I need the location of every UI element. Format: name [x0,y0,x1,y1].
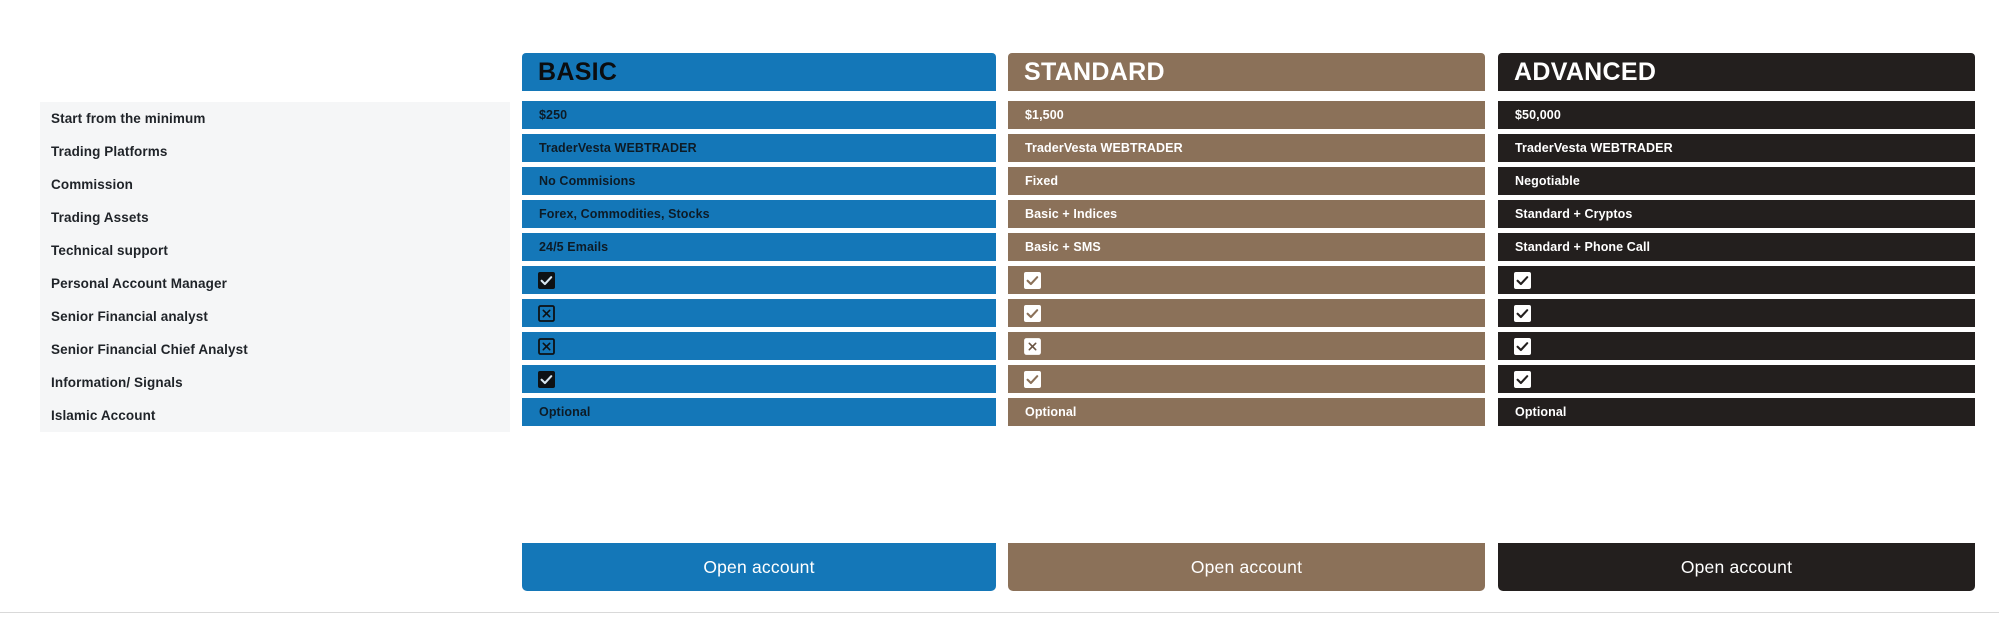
plan-cell-text: Optional [539,405,591,419]
plan-cell-standard: Basic + SMS [1008,233,1485,261]
feature-label-row: Personal Account Manager [40,267,510,300]
plan-cell-text: TraderVesta WEBTRADER [1025,141,1183,155]
feature-label-text: Trading Assets [51,210,149,225]
checkbox-checked-icon [538,271,555,289]
plan-cell-advanced [1498,266,1975,294]
plan-cell-text: Fixed [1025,174,1059,188]
feature-label-row: Trading Assets [40,201,510,234]
checkbox-checked-icon [1514,304,1531,322]
plan-cell-advanced: TraderVesta WEBTRADER [1498,134,1975,162]
plan-column-advanced: ADVANCED $50,000 TraderVesta WEBTRADER Nego… [1498,0,1975,631]
feature-label-text: Commission [51,177,134,192]
plan-cell-basic [522,266,996,294]
plan-column-basic: BASIC $250 TraderVesta WEBTRADER No Commisi… [522,0,996,631]
checkbox-cross-icon [1024,337,1041,355]
open-account-button-advanced[interactable]: Open account [1498,543,1975,591]
checkbox-checked-icon [1514,271,1531,289]
feature-label-text: Senior Financial analyst [51,309,208,324]
checkbox-checked-icon [1024,370,1041,388]
feature-label-text: Senior Financial Chief Analyst [51,342,248,357]
feature-label-text: Islamic Account [51,408,156,423]
feature-label-row: Technical support [40,234,510,267]
plan-cell-advanced [1498,299,1975,327]
plan-column-standard: STANDARD $1,500 TraderVesta WEBTRADER Fixed… [1008,0,1485,631]
plan-cell-advanced [1498,365,1975,393]
plan-cell-text: Optional [1025,405,1077,419]
plan-header-standard: STANDARD [1008,53,1485,91]
plan-cell-standard: TraderVesta WEBTRADER [1008,134,1485,162]
open-account-button-standard[interactable]: Open account [1008,543,1485,591]
plan-name-text: BASIC [538,57,618,86]
plan-cell-basic: $250 [522,101,996,129]
plan-header-advanced: ADVANCED [1498,53,1975,91]
plan-cell-advanced: Optional [1498,398,1975,426]
plan-cell-basic [522,332,996,360]
plan-cell-basic: Optional [522,398,996,426]
feature-label-row: Trading Platforms [40,135,510,168]
plan-cell-text: $1,500 [1025,108,1064,122]
bottom-divider [0,612,1999,613]
feature-label-row: Senior Financial Chief Analyst [40,333,510,366]
plan-cell-text: Optional [1515,405,1567,419]
feature-label-text: Technical support [51,243,168,258]
plan-cell-basic: 24/5 Emails [522,233,996,261]
checkbox-checked-icon [1514,337,1531,355]
feature-label-row: Senior Financial analyst [40,300,510,333]
plan-cell-text: Negotiable [1515,174,1580,188]
plan-cell-standard: Basic + Indices [1008,200,1485,228]
plan-cell-standard [1008,365,1485,393]
feature-label-row: Start from the minimum [40,102,510,135]
plan-cell-text: Basic + Indices [1025,207,1118,221]
checkbox-cross-icon [538,337,555,355]
plan-cell-advanced: Standard + Cryptos [1498,200,1975,228]
feature-label-row: Commission [40,168,510,201]
feature-label-text: Trading Platforms [51,144,168,159]
plan-cell-standard: $1,500 [1008,101,1485,129]
plan-cell-advanced: $50,000 [1498,101,1975,129]
checkbox-checked-icon [538,370,555,388]
plan-cell-text: Standard + Phone Call [1515,240,1651,254]
plan-cell-standard [1008,299,1485,327]
plan-cell-standard [1008,266,1485,294]
plan-name-text: STANDARD [1024,57,1165,86]
plan-cell-basic: Forex, Commodities, Stocks [522,200,996,228]
feature-label-column: Start from the minimum Trading Platforms C… [40,0,510,631]
checkbox-checked-icon [1024,271,1041,289]
open-account-label: Open account [1190,556,1303,577]
plan-cell-advanced [1498,332,1975,360]
checkbox-cross-icon [538,304,555,322]
plan-cell-basic [522,299,996,327]
plan-cell-text: 24/5 Emails [539,240,609,254]
plan-cell-text: $50,000 [1515,108,1561,122]
plan-cell-text: TraderVesta WEBTRADER [1515,141,1673,155]
checkbox-checked-icon [1514,370,1531,388]
feature-label-text: Information/ Signals [51,375,183,390]
feature-label-text: Personal Account Manager [51,276,227,291]
plan-cell-text: $250 [539,108,568,122]
open-account-button-basic[interactable]: Open account [522,543,996,591]
plan-name-text: ADVANCED [1514,57,1657,86]
pricing-comparison-table: Start from the minimum Trading Platforms C… [0,0,1999,631]
feature-label-text: Start from the minimum [51,111,206,126]
plan-cell-advanced: Standard + Phone Call [1498,233,1975,261]
plan-cell-text: Basic + SMS [1025,240,1101,254]
plan-cell-text: Standard + Cryptos [1515,207,1633,221]
plan-cell-advanced: Negotiable [1498,167,1975,195]
plan-cell-standard [1008,332,1485,360]
plan-cell-basic: TraderVesta WEBTRADER [522,134,996,162]
plan-cell-standard: Fixed [1008,167,1485,195]
plan-cell-text: No Commisions [539,174,636,188]
plan-cell-standard: Optional [1008,398,1485,426]
plan-cell-text: Forex, Commodities, Stocks [539,207,710,221]
checkbox-checked-icon [1024,304,1041,322]
open-account-label: Open account [703,556,815,577]
plan-cell-basic [522,365,996,393]
plan-header-basic: BASIC [522,53,996,91]
plan-cell-basic: No Commisions [522,167,996,195]
open-account-label: Open account [1680,556,1793,577]
plan-cell-text: TraderVesta WEBTRADER [539,141,697,155]
feature-label-row: Islamic Account [40,399,510,432]
feature-label-row: Information/ Signals [40,366,510,399]
